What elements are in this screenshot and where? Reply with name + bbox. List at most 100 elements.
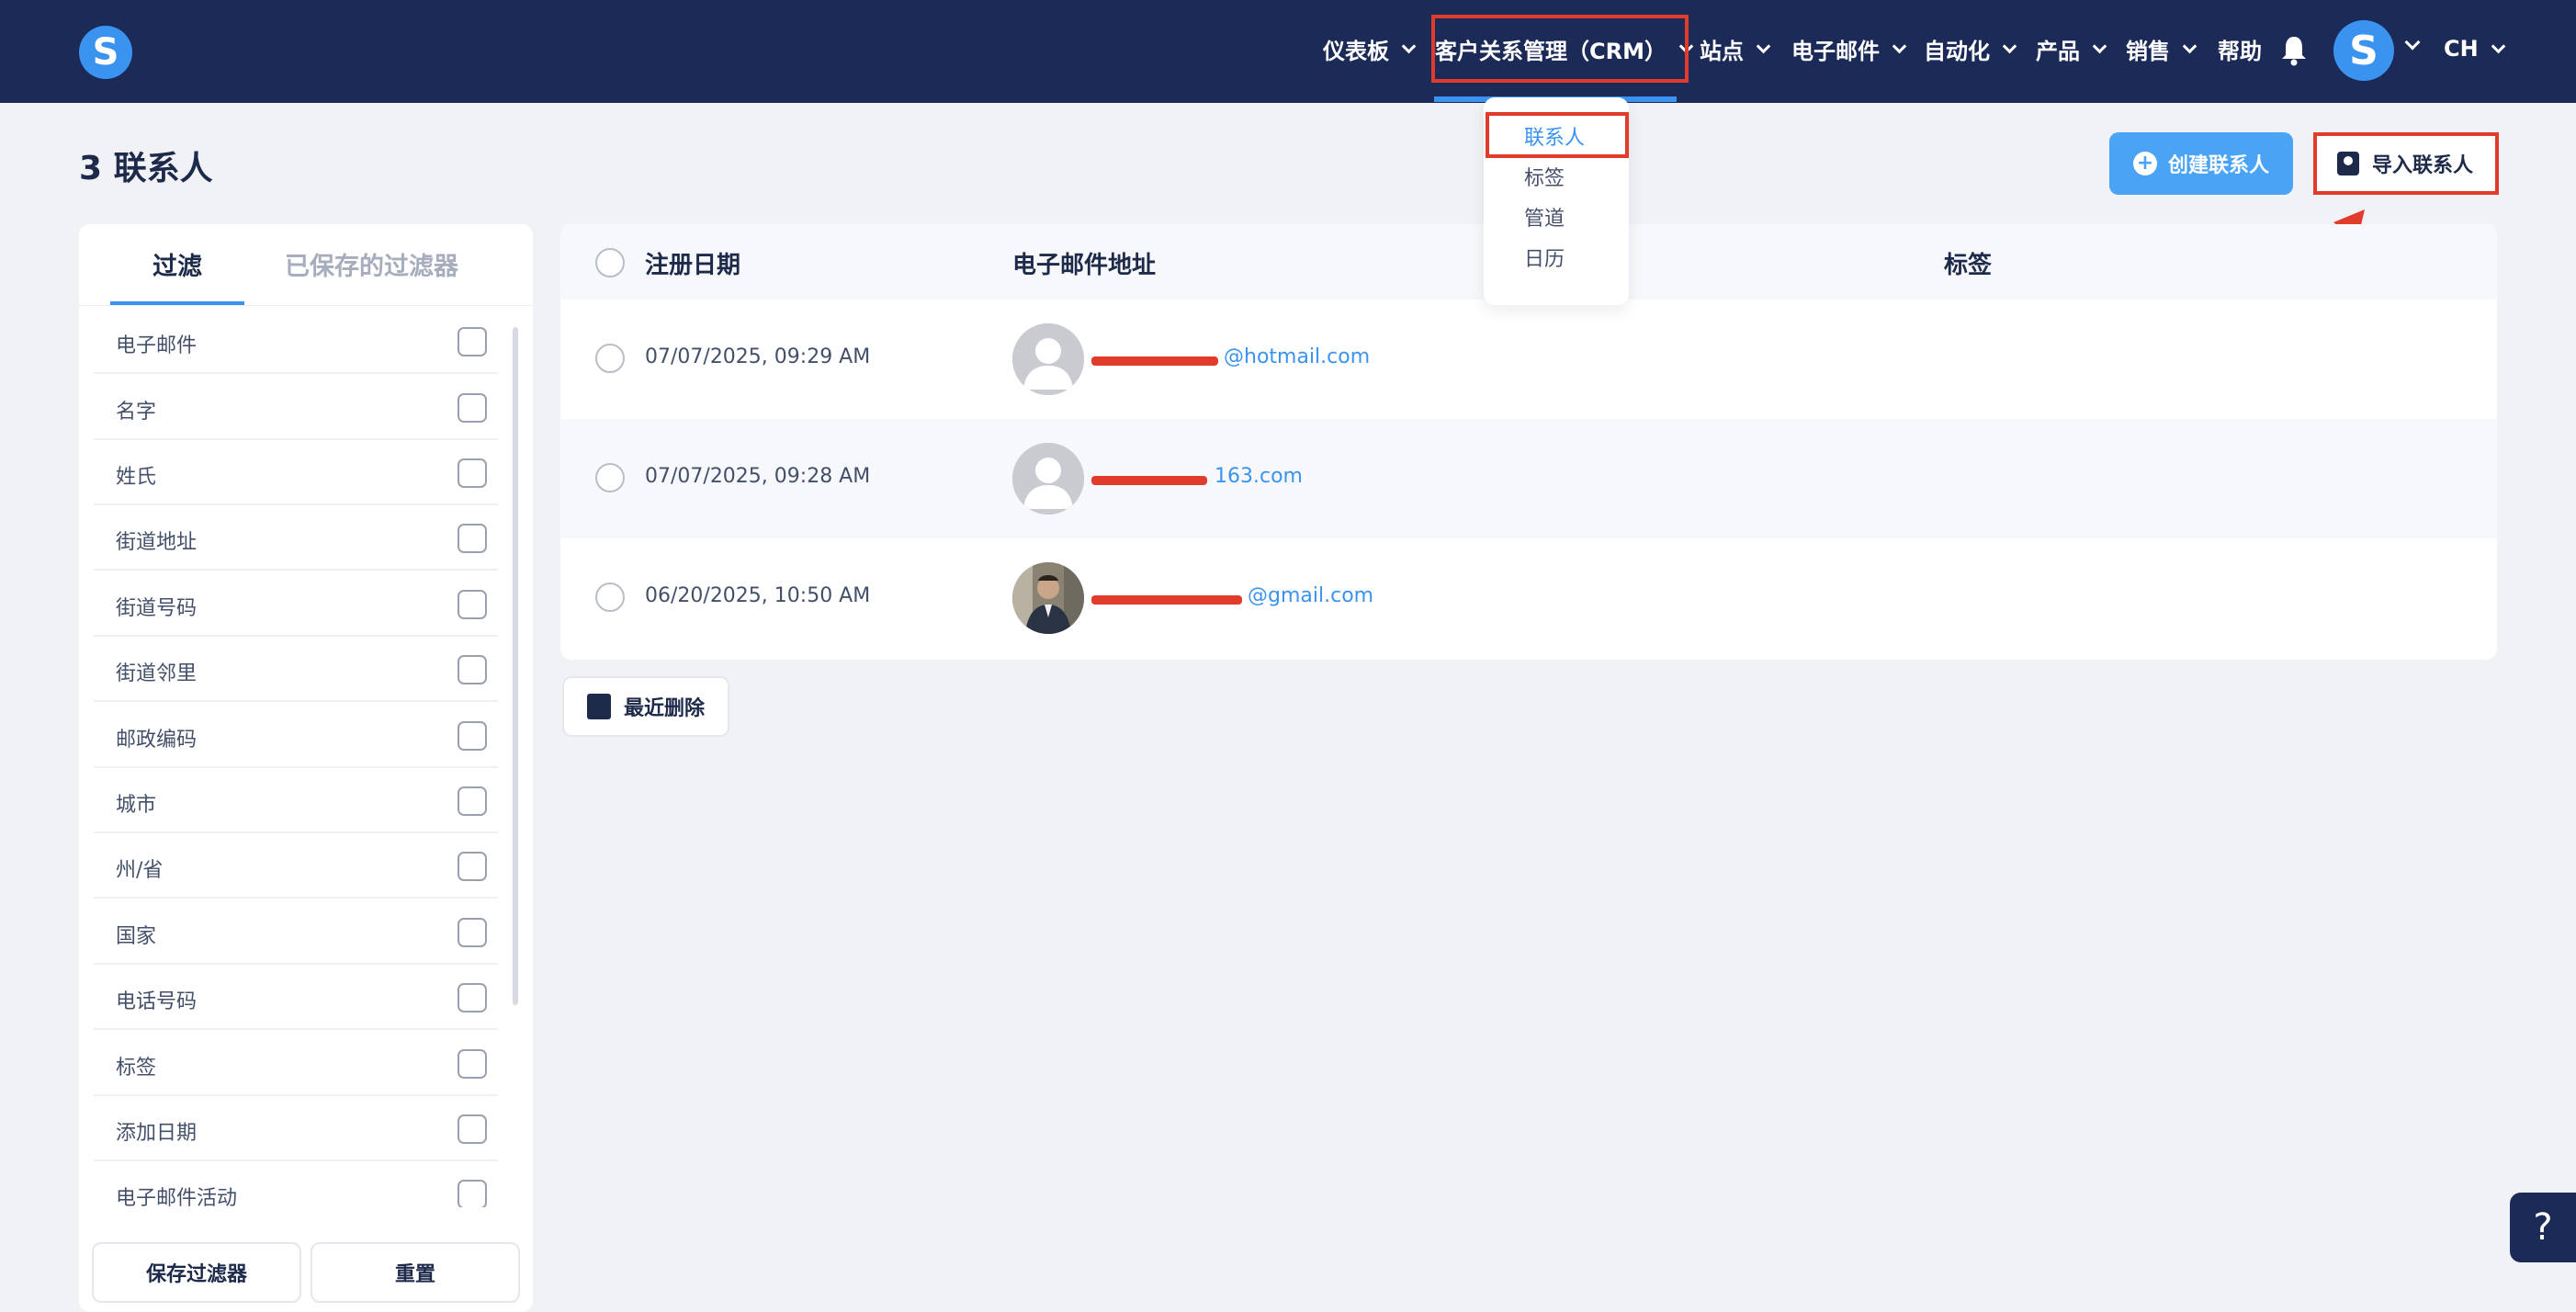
column-header-date[interactable]: 注册日期 bbox=[645, 246, 740, 280]
filter-item-phone[interactable]: 电话号码 bbox=[94, 965, 498, 1030]
nav-sales[interactable]: 销售 bbox=[2126, 33, 2198, 64]
filter-checkbox[interactable] bbox=[458, 1049, 487, 1079]
nav-sales-label: 销售 bbox=[2126, 38, 2170, 64]
filter-label: 城市 bbox=[116, 794, 157, 817]
filter-checkbox[interactable] bbox=[458, 852, 487, 881]
create-contact-label: 创建联系人 bbox=[2167, 154, 2269, 177]
chevron-down-icon bbox=[2491, 39, 2505, 53]
filter-item-country[interactable]: 国家 bbox=[94, 899, 498, 965]
column-header-email[interactable]: 电子邮件地址 bbox=[1012, 246, 1156, 280]
filter-label: 姓氏 bbox=[116, 466, 157, 489]
filter-checkbox[interactable] bbox=[458, 393, 487, 423]
filter-checkbox[interactable] bbox=[458, 786, 487, 816]
filter-checkbox[interactable] bbox=[458, 655, 487, 684]
filter-item-street-number[interactable]: 街道号码 bbox=[94, 571, 498, 637]
nav-help[interactable]: 帮助 bbox=[2218, 33, 2262, 64]
filter-item-date-added[interactable]: 添加日期 bbox=[94, 1096, 498, 1161]
nav-sites[interactable]: 站点 bbox=[1700, 33, 1771, 64]
nav-dashboard[interactable]: 仪表板 bbox=[1323, 33, 1417, 64]
filter-label: 电子邮件活动 bbox=[116, 1187, 238, 1207]
reset-button[interactable]: 重置 bbox=[311, 1242, 520, 1303]
row-select-radio[interactable] bbox=[595, 582, 625, 612]
filter-item-email-activity[interactable]: 电子邮件活动 bbox=[94, 1161, 498, 1207]
language-selector[interactable]: CH bbox=[2444, 33, 2505, 64]
nav-email[interactable]: 电子邮件 bbox=[1791, 33, 1907, 64]
filter-label: 街道邻里 bbox=[116, 662, 198, 685]
filter-checkbox[interactable] bbox=[458, 721, 487, 751]
app-logo[interactable]: S bbox=[79, 26, 132, 79]
user-avatar-photo bbox=[1012, 562, 1084, 634]
annotation-box-import bbox=[2313, 132, 2499, 195]
user-avatar[interactable]: S bbox=[2333, 20, 2394, 81]
row-select-radio[interactable] bbox=[595, 463, 625, 492]
filter-label: 标签 bbox=[116, 1057, 157, 1080]
recently-deleted-button[interactable]: 最近删除 bbox=[562, 676, 729, 737]
filter-item-first-name[interactable]: 名字 bbox=[94, 375, 498, 440]
row-select-radio[interactable] bbox=[595, 344, 625, 373]
filter-label: 街道号码 bbox=[116, 597, 198, 620]
annotation-box-contacts bbox=[1486, 112, 1629, 158]
contact-email[interactable]: 163.com bbox=[1215, 465, 1303, 488]
filter-scrollbar[interactable] bbox=[513, 327, 518, 1005]
contact-date: 07/07/2025, 09:29 AM bbox=[645, 345, 871, 368]
table-row[interactable]: 07/07/2025, 09:29 AM @hotmail.com bbox=[560, 300, 2497, 419]
filter-item-last-name[interactable]: 姓氏 bbox=[94, 440, 498, 505]
filter-item-city[interactable]: 城市 bbox=[94, 768, 498, 833]
help-icon[interactable]: ? bbox=[2510, 1193, 2576, 1262]
contact-email[interactable]: @gmail.com bbox=[1248, 584, 1373, 607]
bell-icon[interactable] bbox=[2280, 35, 2308, 66]
filter-checkbox[interactable] bbox=[458, 983, 487, 1012]
recently-deleted-label: 最近删除 bbox=[623, 697, 705, 720]
tab-saved-filters[interactable]: 已保存的过滤器 bbox=[285, 246, 458, 282]
filter-label: 州/省 bbox=[116, 859, 164, 882]
filter-checkbox[interactable] bbox=[458, 590, 487, 619]
tab-filter[interactable]: 过滤 bbox=[153, 246, 202, 282]
filter-label: 电子邮件 bbox=[116, 334, 198, 357]
nav-email-label: 电子邮件 bbox=[1791, 38, 1880, 64]
nav-help-label: 帮助 bbox=[2218, 38, 2262, 64]
menu-item-calendar[interactable]: 日历 bbox=[1524, 243, 1565, 272]
save-filter-button[interactable]: 保存过滤器 bbox=[92, 1242, 301, 1303]
redaction-mark bbox=[1091, 476, 1207, 485]
create-contact-button[interactable]: + 创建联系人 bbox=[2109, 132, 2293, 195]
table-row[interactable]: 06/20/2025, 10:50 AM @gmail.com bbox=[560, 538, 2497, 658]
chevron-down-icon bbox=[2092, 39, 2107, 53]
filter-checkbox[interactable] bbox=[458, 1114, 487, 1144]
column-header-tags[interactable]: 标签 bbox=[1944, 246, 1992, 280]
filter-checkbox[interactable] bbox=[458, 524, 487, 553]
filter-item-state[interactable]: 州/省 bbox=[94, 833, 498, 899]
nav-products-label: 产品 bbox=[2036, 38, 2080, 64]
select-all-radio[interactable] bbox=[595, 248, 625, 277]
filter-item-postal-code[interactable]: 邮政编码 bbox=[94, 703, 498, 768]
table-row[interactable]: 07/07/2025, 09:28 AM 163.com bbox=[560, 419, 2497, 538]
nav-automation-label: 自动化 bbox=[1924, 38, 1990, 64]
page-title: 3 联系人 bbox=[79, 150, 213, 187]
redaction-mark bbox=[1091, 595, 1242, 605]
filter-label: 添加日期 bbox=[116, 1122, 198, 1145]
nav-automation[interactable]: 自动化 bbox=[1924, 33, 2017, 64]
filter-checkbox[interactable] bbox=[458, 918, 487, 947]
menu-item-tags[interactable]: 标签 bbox=[1524, 162, 1565, 191]
filter-checkbox[interactable] bbox=[458, 327, 487, 356]
filter-checkbox[interactable] bbox=[458, 1180, 487, 1207]
filter-label: 国家 bbox=[116, 925, 157, 948]
user-avatar-icon bbox=[1012, 323, 1084, 395]
chevron-down-icon bbox=[1892, 39, 1907, 53]
filter-checkbox[interactable] bbox=[458, 458, 487, 488]
nav-products[interactable]: 产品 bbox=[2036, 33, 2107, 64]
filter-item-street-address[interactable]: 街道地址 bbox=[94, 505, 498, 571]
filter-item-neighborhood[interactable]: 街道邻里 bbox=[94, 637, 498, 702]
user-avatar-icon bbox=[1012, 443, 1084, 515]
filter-item-email[interactable]: 电子邮件 bbox=[94, 309, 498, 374]
filter-label: 邮政编码 bbox=[116, 729, 198, 752]
contact-date: 07/07/2025, 09:28 AM bbox=[645, 465, 871, 488]
language-label: CH bbox=[2444, 36, 2479, 62]
redaction-mark bbox=[1091, 356, 1218, 366]
contact-email[interactable]: @hotmail.com bbox=[1224, 345, 1370, 368]
filter-item-tags[interactable]: 标签 bbox=[94, 1031, 498, 1096]
filter-label: 街道地址 bbox=[116, 531, 198, 554]
menu-item-pipelines[interactable]: 管道 bbox=[1524, 202, 1565, 232]
filter-label: 名字 bbox=[116, 401, 157, 424]
chevron-down-icon bbox=[1401, 39, 1417, 53]
trash-clock-icon bbox=[586, 694, 611, 719]
